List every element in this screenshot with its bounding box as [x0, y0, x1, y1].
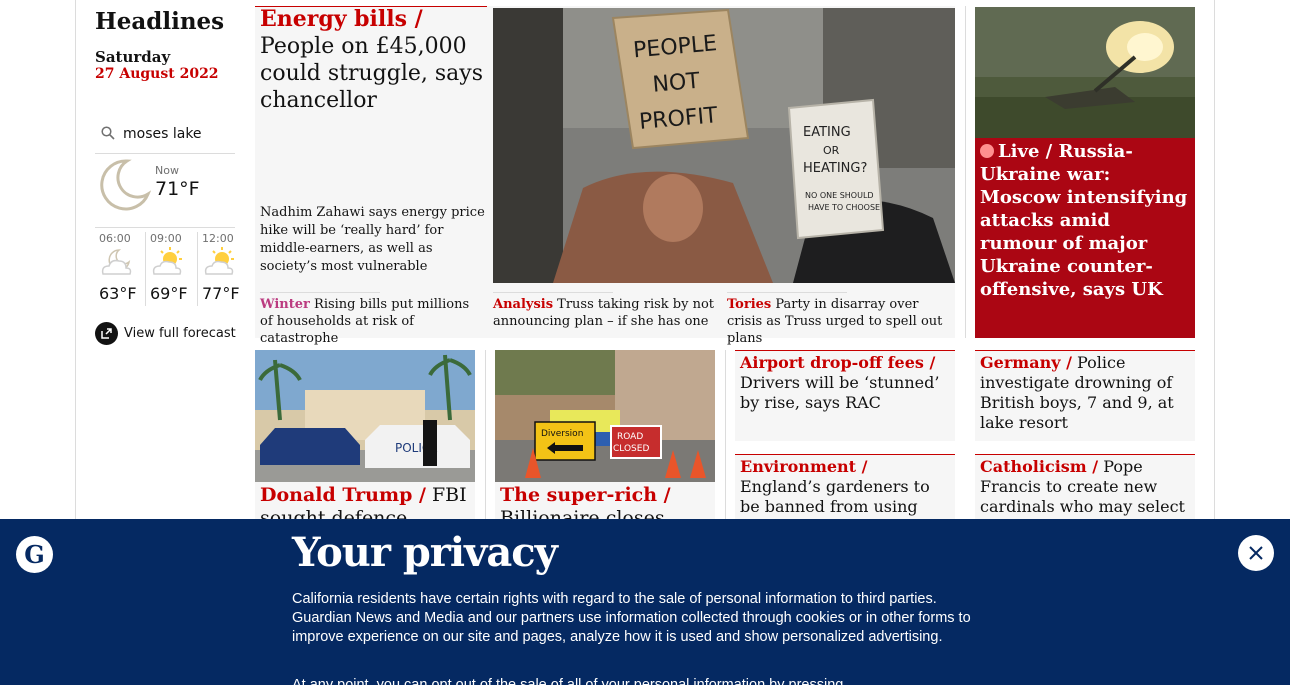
- protest-photo: PEOPLE NOT PROFIT EATING OR HEATING? NO …: [493, 8, 955, 283]
- super-rich-card[interactable]: Diversion ROAD CLOSED The super-rich / B…: [495, 350, 715, 552]
- sub-link-tories[interactable]: Tories Party in disarray over crisis as …: [727, 296, 949, 347]
- sign-text: CLOSED: [613, 444, 649, 454]
- catholicism-kicker: Catholicism /: [980, 457, 1099, 476]
- hourly-forecast: 06:00 63°F 09:00 69°F 12:00 77°F: [95, 232, 240, 306]
- live-card[interactable]: Live / Russia-Ukraine war: Moscow intens…: [975, 138, 1195, 338]
- sign-text: EATING: [803, 125, 851, 140]
- lead-standfirst: Nadhim Zahawi says energy price hike wil…: [260, 205, 485, 274]
- now-temp: 71°F: [155, 178, 200, 200]
- sign-text: OR: [823, 144, 840, 157]
- trump-card[interactable]: POLICE Donald Trump / FBI sought defence: [255, 350, 475, 529]
- sign-text: HEATING?: [803, 161, 867, 176]
- sub-link-analysis[interactable]: Analysis Truss taking risk by not announ…: [493, 296, 715, 330]
- lead-headline[interactable]: Energy bills / People on £45,000 could s…: [260, 6, 488, 114]
- hour-temp: 63°F: [99, 284, 137, 303]
- hour-time: 12:00: [202, 232, 234, 245]
- section-title: Headlines: [95, 8, 225, 35]
- sign-text: NOT: [652, 69, 702, 98]
- date-day: Saturday: [95, 48, 171, 66]
- hour-temp: 77°F: [202, 284, 240, 303]
- guardian-logo-icon: G: [16, 536, 53, 573]
- airport-headline: Airport drop-off fees / Drivers will be …: [740, 353, 952, 413]
- live-kicker: Live /: [998, 141, 1053, 162]
- search-icon: [101, 126, 115, 140]
- airport-title: Drivers will be ‘stunned’ by rise, says …: [740, 373, 940, 412]
- artillery-photo: [975, 7, 1195, 138]
- live-title: Russia-Ukraine war: Moscow intensifying …: [980, 141, 1188, 300]
- lead-title: People on £45,000 could struggle, says c…: [260, 34, 483, 113]
- hour-slot: 06:00 63°F: [95, 232, 143, 306]
- airport-kicker: Airport drop-off fees /: [740, 353, 936, 372]
- hour-time: 06:00: [99, 232, 131, 245]
- forecast-label: View full forecast: [124, 326, 236, 341]
- police-photo: POLICE: [255, 350, 475, 482]
- live-headline: Live / Russia-Ukraine war: Moscow intens…: [980, 140, 1190, 301]
- close-button[interactable]: [1238, 535, 1274, 571]
- external-link-icon: [95, 322, 118, 345]
- germany-card[interactable]: Germany / Police investigate drowning of…: [975, 350, 1195, 441]
- sub-kicker: Winter: [260, 297, 310, 312]
- lead-kicker: Energy bills /: [260, 6, 423, 32]
- sub-link-winter[interactable]: Winter Rising bills put millions of hous…: [260, 296, 482, 347]
- environment-card[interactable]: Environment / England’s gardeners to be …: [735, 454, 955, 536]
- environment-kicker: Environment /: [740, 457, 868, 476]
- sub-kicker: Analysis: [493, 297, 554, 312]
- hour-slot: 12:00 77°F: [197, 232, 245, 306]
- weather-location[interactable]: moses lake: [95, 120, 235, 154]
- privacy-title: Your privacy: [292, 529, 558, 576]
- sub-kicker: Tories: [727, 297, 772, 312]
- hour-slot: 09:00 69°F: [145, 232, 193, 306]
- sign-text: ROAD: [617, 432, 643, 442]
- date-full: 27 August 2022: [95, 66, 219, 82]
- headlines-header: Headlines Saturday 27 August 2022: [95, 8, 235, 83]
- germany-kicker: Germany /: [980, 353, 1072, 372]
- live-dot-icon: [980, 144, 994, 158]
- sun-cloud-icon: [204, 247, 234, 275]
- weather-now: Now 71°F: [95, 156, 235, 228]
- sign-text: Diversion: [541, 429, 583, 439]
- privacy-body: California residents have certain rights…: [292, 591, 971, 645]
- column-divider: [965, 6, 966, 338]
- privacy-body-cont: At any point, you can opt out of the sal…: [292, 677, 844, 685]
- trump-kicker: Donald Trump /: [260, 484, 426, 506]
- cloud-night-icon: [101, 249, 132, 275]
- divider: [260, 292, 380, 293]
- divider: [493, 292, 613, 293]
- catholicism-headline: Catholicism / Pope Francis to create new…: [980, 457, 1194, 517]
- now-label: Now: [155, 164, 179, 177]
- road-closed-photo: Diversion ROAD CLOSED: [495, 350, 715, 482]
- close-icon: [1249, 546, 1263, 560]
- airport-card[interactable]: Airport drop-off fees / Drivers will be …: [735, 350, 955, 441]
- germany-headline: Germany / Police investigate drowning of…: [980, 353, 1194, 433]
- view-forecast-link[interactable]: View full forecast: [95, 322, 236, 345]
- column-divider: [485, 350, 486, 520]
- ukraine-photo[interactable]: [975, 7, 1195, 138]
- sign-text: HAVE TO CHOOSE: [808, 203, 880, 212]
- privacy-banner: G Your privacy California residents have…: [0, 519, 1290, 685]
- lead-photo[interactable]: PEOPLE NOT PROFIT EATING OR HEATING? NO …: [493, 8, 955, 283]
- super-rich-kicker: The super-rich /: [500, 484, 671, 506]
- moon-icon: [100, 159, 151, 211]
- hour-temp: 69°F: [150, 284, 188, 303]
- hour-time: 09:00: [150, 232, 182, 245]
- sign-text: NO ONE SHOULD: [805, 191, 874, 200]
- sun-cloud-icon: [152, 247, 182, 275]
- divider: [727, 292, 847, 293]
- location-name: moses lake: [123, 126, 202, 142]
- catholicism-card[interactable]: Catholicism / Pope Francis to create new…: [975, 454, 1195, 524]
- column-divider: [725, 350, 726, 520]
